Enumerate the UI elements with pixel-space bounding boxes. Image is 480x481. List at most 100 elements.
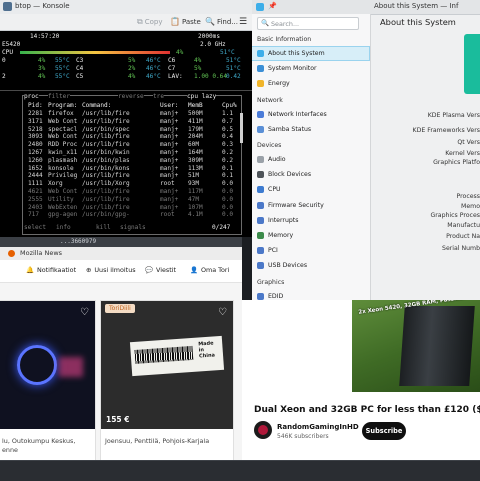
sidebar-item-audio[interactable]: Audio <box>252 153 369 166</box>
category-icon <box>257 232 264 239</box>
process-mem: 117M <box>188 188 203 195</box>
info-label: Memo <box>461 203 480 210</box>
process-user: root <box>160 180 175 188</box>
paste-button[interactable]: 📋 Paste <box>170 17 201 26</box>
sidebar-item-label: Memory <box>268 232 294 239</box>
konsole-titlebar[interactable]: btop — Konsole <box>0 0 252 15</box>
channel-avatar[interactable] <box>254 421 272 439</box>
process-cmd: /usr/bin/kons <box>82 164 130 172</box>
konsole-toolbar: ⧉ Copy 📋 Paste 🔍 Find... ☰ <box>0 14 252 31</box>
process-user: manj+ <box>160 156 179 164</box>
btop-interval[interactable]: 2000ms <box>198 33 220 41</box>
btop-signals[interactable]: signals <box>120 224 146 232</box>
process-pid: 3171 <box>28 117 43 125</box>
process-cmd: /usr/lib/fire <box>82 203 130 211</box>
settings-title: About this System — Inf <box>374 2 459 10</box>
sidebar-item-samba-status[interactable]: Samba Status <box>252 123 369 136</box>
sidebar-item-memory[interactable]: Memory <box>252 229 369 242</box>
process-user: manj+ <box>160 203 179 211</box>
btop-terminal[interactable]: 14:57:20 2000ms E5420 2.0 GHz CPU 4% 51°… <box>0 31 252 237</box>
btop-reverse[interactable]: reverse <box>118 93 144 101</box>
process-prog: Web Cont <box>48 188 78 195</box>
sidebar-item-interrupts[interactable]: Interrupts <box>252 214 369 227</box>
btop-filter[interactable]: filter <box>48 93 71 101</box>
distro-logo <box>464 34 480 94</box>
column-header[interactable]: Command: <box>82 102 111 110</box>
sidebar-item-usb-devices[interactable]: USB Devices <box>252 259 369 272</box>
process-user: manj+ <box>160 195 179 203</box>
nav-oma-tori[interactable]: 👤 Oma Tori <box>190 266 229 274</box>
sidebar-item-label: USB Devices <box>268 262 308 270</box>
sidebar-item-block-devices[interactable]: Block Devices <box>252 168 369 181</box>
btop-time: 14:57:20 <box>30 33 60 40</box>
btop-tree[interactable]: tre <box>153 93 165 101</box>
subscribe-button[interactable]: Subscribe <box>362 422 406 440</box>
copy-button[interactable]: ⧉ Copy <box>137 17 162 27</box>
core-percent: 1.00 0.64 <box>194 73 228 80</box>
nav-viestit[interactable]: 💬 Viestit <box>145 266 176 274</box>
video-side-blank <box>242 300 352 392</box>
category-icon <box>257 156 264 163</box>
listing-price: 155 € <box>106 415 130 424</box>
sidebar-item-about-this-system[interactable]: About this System <box>252 46 370 61</box>
btop-kill[interactable]: kill <box>96 224 111 232</box>
info-label: Graphics Platfo <box>433 159 480 166</box>
btop-proc-count: 0/247 <box>212 224 231 232</box>
core-temp: 51°C <box>226 65 241 72</box>
search-field[interactable]: 🔍 Search... <box>257 17 359 30</box>
category-icon <box>257 171 264 179</box>
process-cpu: 0.0 <box>222 188 234 195</box>
hamburger-menu-button[interactable]: ☰ <box>239 17 247 27</box>
favorite-heart-icon[interactable]: ♡ <box>80 307 89 318</box>
nav-uusi-ilmoitus[interactable]: ⊕ Uusi ilmoitus <box>86 266 136 274</box>
column-header[interactable]: Program: <box>48 102 77 110</box>
process-cpu: 0.1 <box>222 172 234 180</box>
sidebar-item-system-monitor[interactable]: System Monitor <box>252 62 369 75</box>
find-button[interactable]: 🔍 Find... <box>205 17 238 26</box>
listing-card-right[interactable]: Made in China ToriDiili ♡ 155 € Joensuu,… <box>100 300 234 460</box>
sidebar-item-network-interfaces[interactable]: Network Interfaces <box>252 108 369 121</box>
column-header[interactable]: Pid: <box>28 102 43 110</box>
video-player[interactable]: 2x Xeon 5420, 32GB RAM, Passmark <box>352 300 480 392</box>
avatar-logo <box>258 425 268 435</box>
column-header[interactable]: MemB <box>188 102 203 110</box>
process-cpu: 1.1 <box>222 110 234 117</box>
sidebar-item-firmware-security[interactable]: Firmware Security <box>252 199 369 212</box>
pin-icon[interactable]: 📌 <box>268 2 277 10</box>
sidebar-item-label: About this System <box>268 50 325 57</box>
process-cmd: /usr/bin/plas <box>82 156 130 164</box>
btop-info[interactable]: info <box>56 224 71 232</box>
category-icon <box>257 216 264 224</box>
process-pid: 1267 <box>28 149 43 156</box>
process-prog: Web Cont <box>48 133 78 141</box>
process-mem: 179M <box>188 125 203 133</box>
process-scrollbar[interactable] <box>240 113 243 143</box>
listing-card-left[interactable]: ♡ lu, Outokumpu Keskus, enne <box>0 300 96 460</box>
sidebar-item-energy[interactable]: Energy <box>252 77 369 90</box>
nav-notifikaatiot[interactable]: 🔔 Notifikaatiot <box>26 266 76 274</box>
sidebar-item-pci[interactable]: PCI <box>252 244 369 257</box>
btop-cpu-mode[interactable]: cpu lazy <box>187 93 217 101</box>
process-pid: 2480 <box>28 141 43 149</box>
core-name: LAV: <box>168 73 183 80</box>
channel-name[interactable]: RandomGamingInHD <box>277 423 359 431</box>
address-bar[interactable]: ...3660979 <box>0 237 242 247</box>
column-header[interactable]: User: <box>160 102 178 110</box>
process-mem: 107M <box>188 203 203 211</box>
favorite-heart-icon-right[interactable]: ♡ <box>218 307 227 318</box>
process-prog: gpg-agen <box>48 211 78 219</box>
btop-select[interactable]: select <box>24 224 47 232</box>
listing-right-location: Joensuu, Penttilä, Pohjois-Karjala <box>105 437 210 445</box>
sidebar-item-edid[interactable]: EDID <box>252 290 369 300</box>
process-cpu: 0.3 <box>222 141 234 149</box>
process-user: manj+ <box>160 117 179 125</box>
search-icon: 🔍 <box>205 17 215 26</box>
core-temp: 55°C <box>55 65 70 72</box>
bookmark-mozilla-news[interactable]: Mozilla News <box>20 249 62 257</box>
settings-titlebar[interactable]: 📌 About this System — Inf <box>252 0 480 15</box>
process-prog: Utility <box>48 195 74 203</box>
process-user: manj+ <box>160 188 179 195</box>
column-header[interactable]: Cpu% <box>222 102 237 110</box>
process-cmd: /usr/lib/fire <box>82 133 130 141</box>
sidebar-item-cpu[interactable]: CPU <box>252 183 369 196</box>
